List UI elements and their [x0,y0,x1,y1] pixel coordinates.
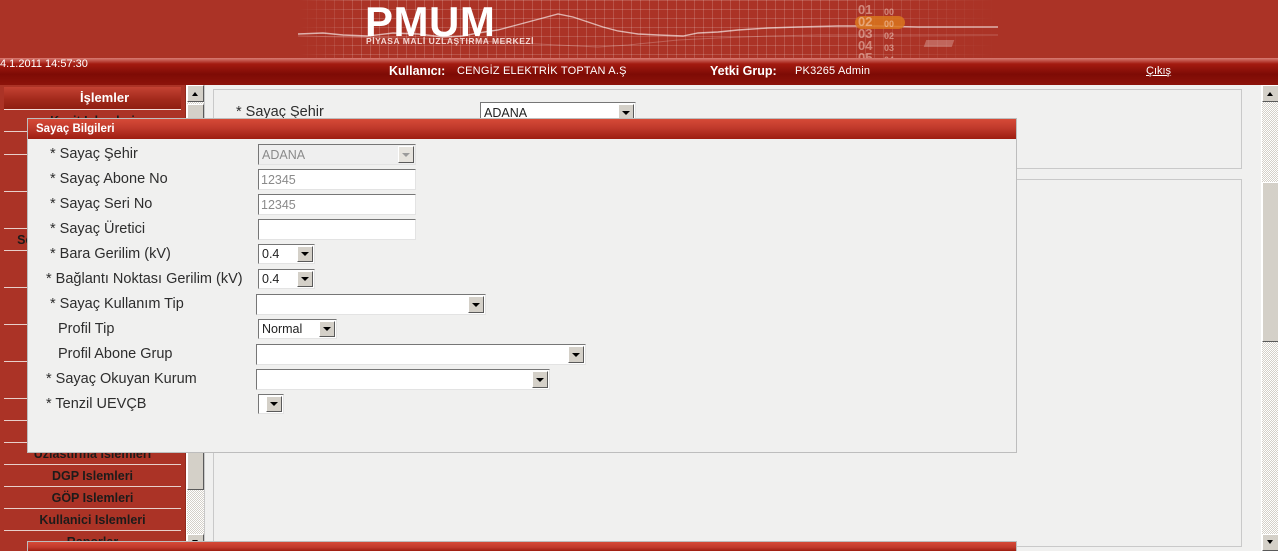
field-select-4[interactable]: 0.4 [258,244,315,264]
field-select-6[interactable] [256,294,486,315]
field-label-9: * Sayaç Okuyan Kurum [46,371,197,387]
pmum-logo-subtitle: PİYASA MALİ UZLAŞTIRMA MERKEZİ [366,36,535,46]
next-panel-header-strip [27,541,1017,551]
group-value: PK3265 Admin [795,65,871,77]
field-input-3[interactable] [258,219,416,240]
field-select-value-7: Normal [262,322,303,336]
field-select-0[interactable]: ADANA [258,144,416,165]
field-label-4: * Bara Gerilim (kV) [50,246,171,262]
datetime-display: 4.1.2011 14:57:30 [0,58,88,70]
chevron-down-icon[interactable] [319,321,335,337]
field-input-1[interactable] [258,169,416,190]
banner-dial-decoration: 0100 0200 0302 0403 0504 [855,3,922,58]
chevron-down-icon[interactable] [297,246,313,262]
field-label-1: * Sayaç Abone No [50,171,168,187]
field-input-2[interactable] [258,194,416,215]
chevron-down-icon[interactable] [266,396,282,412]
field-label-2: * Sayaç Seri No [50,196,153,212]
field-select-9[interactable] [256,369,550,390]
field-select-value-0: ADANA [262,147,306,162]
chevron-down-icon[interactable] [568,346,584,363]
field-label-5: * Bağlantı Noktası Gerilim (kV) [46,271,243,287]
field-select-8[interactable] [256,344,586,365]
field-select-7[interactable]: Normal [258,319,337,339]
field-select-value-4: 0.4 [262,247,280,261]
meter-info-panel-title: Sayaç Bilgileri [28,119,1016,139]
chevron-down-icon[interactable] [398,146,414,163]
sidebar-scroll-up-button[interactable] [187,85,204,102]
page-scroll-thumb[interactable] [1262,182,1278,342]
field-select-value-5: 0.4 [262,272,280,286]
field-label-8: Profil Abone Grup [58,346,173,362]
field-label-3: * Sayaç Üretici [50,221,146,237]
sidebar-item-label: GÖP Islemleri [51,491,134,505]
field-select-5[interactable]: 0.4 [258,269,315,289]
user-label: Kullanıcı: [389,64,446,78]
page-scroll-down-button[interactable] [1262,534,1278,551]
sidebar-item-13[interactable]: GÖP Islemleri [4,487,181,509]
field-label-10: * Tenzil UEVÇB [46,396,147,412]
chevron-down-icon[interactable] [297,271,313,287]
user-info-bar: Kullanıcı: CENGİZ ELEKTRİK TOPTAN A.Ş Ye… [0,58,1278,85]
page-scrollbar[interactable] [1261,85,1278,551]
chevron-down-icon[interactable] [468,296,484,313]
sidebar-item-12[interactable]: DGP Islemleri [4,465,181,487]
field-select-10[interactable] [258,394,284,414]
field-label-6: * Sayaç Kullanım Tip [50,296,184,312]
user-value: CENGİZ ELEKTRİK TOPTAN A.Ş [457,65,627,77]
group-label: Yetki Grup: [710,64,777,78]
logout-link[interactable]: Çıkış [1146,65,1171,77]
sidebar-header-label: İşlemler [80,90,130,105]
meter-info-panel: Sayaç Bilgileri * Sayaç Şehir ADANA * Saya… [27,118,1017,453]
sidebar-item-14[interactable]: Kullanici Islemleri [4,509,181,531]
field-label-7: Profil Tip [58,321,115,337]
page-scroll-up-button[interactable] [1262,85,1278,102]
sidebar-item-label: Kullanici Islemleri [39,513,146,527]
field-label-0: * Sayaç Şehir [50,146,138,162]
sidebar-item-label: DGP Islemleri [51,469,134,483]
banner-tag-decoration [923,40,955,47]
top-banner: PMUM PİYASA MALİ UZLAŞTIRMA MERKEZİ 01 00… [0,0,1278,58]
chevron-down-icon[interactable] [532,371,548,388]
sidebar-header: İşlemler [4,87,181,110]
